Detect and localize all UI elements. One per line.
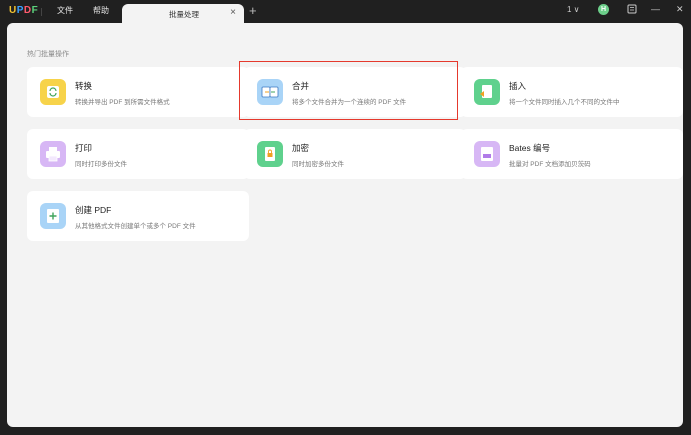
tab-close-icon[interactable]: × — [230, 7, 236, 18]
title-bar: UPDF 文件 帮助 批量处理 × + 1 ∨ H — ✕ — [0, 0, 691, 23]
version-dropdown[interactable]: 1 ∨ — [567, 5, 580, 14]
close-icon[interactable]: ✕ — [676, 4, 684, 15]
batch-panel: 热门批量操作 转换 转换并导出 PDF 到所需文件格式 合并 将多个文件合并为一… — [7, 23, 683, 427]
add-tab-icon[interactable]: + — [249, 3, 257, 18]
card-description: 同时打印多份文件 — [75, 161, 127, 168]
card-title: Bates 编号 — [509, 143, 551, 153]
create-pdf-icon — [40, 203, 66, 229]
card-create-pdf[interactable]: 创建 PDF 从其他格式文件创建单个或多个 PDF 文件 — [27, 191, 249, 241]
card-encrypt[interactable]: 加密 同时加密多份文件 — [244, 129, 466, 179]
menu-help[interactable]: 帮助 — [93, 5, 109, 16]
insert-icon — [474, 79, 500, 105]
encrypt-icon — [257, 141, 283, 167]
card-bates[interactable]: Bates 编号 批量对 PDF 文档添加贝茨码 — [461, 129, 683, 179]
card-title: 创建 PDF — [75, 205, 112, 215]
notes-icon[interactable] — [627, 4, 637, 16]
menu-file[interactable]: 文件 — [57, 5, 73, 16]
tab-label: 批量处理 — [169, 10, 199, 19]
bates-icon — [474, 141, 500, 167]
card-title: 打印 — [75, 143, 93, 153]
card-title: 转换 — [75, 81, 93, 91]
print-icon — [40, 141, 66, 167]
tab-batch-processing[interactable]: 批量处理 × — [122, 4, 244, 23]
section-title: 热门批量操作 — [27, 51, 69, 58]
app-logo: UPDF — [9, 5, 39, 16]
card-description: 批量对 PDF 文档添加贝茨码 — [509, 161, 591, 168]
card-description: 从其他格式文件创建单个或多个 PDF 文件 — [75, 223, 196, 230]
logo-divider — [41, 8, 42, 16]
avatar[interactable]: H — [598, 4, 609, 15]
card-print[interactable]: 打印 同时打印多份文件 — [27, 129, 249, 179]
card-description: 将一个文件同时插入几个不同的文件中 — [509, 99, 620, 106]
card-title: 加密 — [292, 143, 310, 153]
card-convert[interactable]: 转换 转换并导出 PDF 到所需文件格式 — [27, 67, 249, 117]
minimize-icon[interactable]: — — [651, 4, 660, 14]
selection-highlight — [239, 61, 458, 120]
card-title: 插入 — [509, 81, 527, 91]
card-description: 同时加密多份文件 — [292, 161, 344, 168]
card-insert[interactable]: 插入 将一个文件同时插入几个不同的文件中 — [461, 67, 683, 117]
card-description: 转换并导出 PDF 到所需文件格式 — [75, 99, 170, 106]
convert-icon — [40, 79, 66, 105]
